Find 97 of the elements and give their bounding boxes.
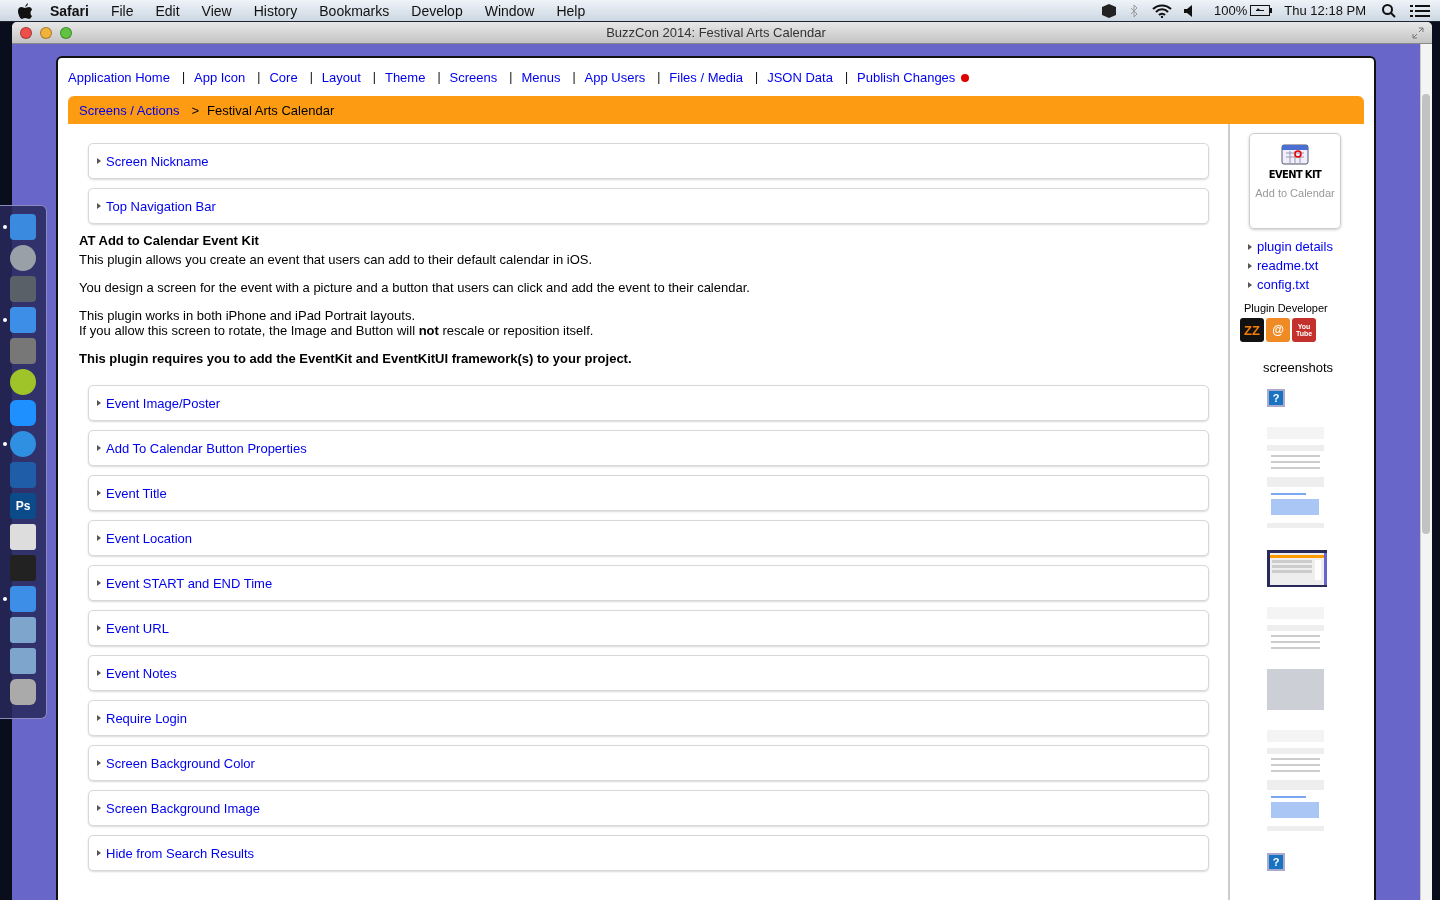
- collapsible-section[interactable]: Event START and END Time: [88, 565, 1209, 601]
- collapsible-section[interactable]: Screen Nickname: [88, 143, 1209, 179]
- disclosure-triangle-icon: [97, 850, 101, 856]
- collapsible-section[interactable]: Add To Calendar Button Properties: [88, 430, 1209, 466]
- nav-separator: |: [844, 70, 849, 84]
- battery-icon[interactable]: [1250, 5, 1273, 16]
- nav-link[interactable]: Publish Changes: [857, 69, 970, 85]
- sidebar-link[interactable]: plugin details: [1248, 239, 1333, 254]
- plugin-title: AT Add to Calendar Event Kit: [79, 233, 260, 248]
- description-text: This plugin works in both iPhone and iPad Portrait layouts.: [79, 308, 417, 323]
- disclosure-triangle-icon: [97, 805, 101, 811]
- collapsible-section[interactable]: Screen Background Image: [88, 790, 1209, 826]
- description-text: This plugin allows you create an event that users can add to their default calendar in iOS.: [79, 252, 594, 267]
- menu-item[interactable]: View: [201, 2, 232, 19]
- disclosure-triangle-icon: [97, 445, 101, 451]
- plugin-name: EVENT KIT: [1268, 168, 1322, 181]
- menu-item[interactable]: Help: [556, 2, 586, 19]
- disclosure-triangle-icon: [1248, 281, 1252, 288]
- missing-image-icon[interactable]: ?: [1267, 389, 1285, 407]
- scroll-bar[interactable]: [1420, 44, 1432, 900]
- breadcrumb-separator: >: [191, 102, 200, 118]
- nav-link[interactable]: Layout: [321, 69, 361, 85]
- description-text: This plugin requires you to add the EventKit and EventKitUI framework(s) to your project.: [79, 351, 633, 366]
- collapsible-section[interactable]: Top Navigation Bar: [88, 188, 1209, 224]
- search-icon[interactable]: [1382, 3, 1396, 18]
- fullscreen-icon[interactable]: [1412, 26, 1424, 39]
- nav-link[interactable]: App Icon: [194, 69, 246, 85]
- menu-item[interactable]: Safari: [50, 2, 89, 19]
- nav-separator: |: [372, 70, 376, 84]
- description-text: If you allow this screen to rotate, the Image and Button will not rescale or reposition itself.: [79, 323, 595, 338]
- close-button[interactable]: [20, 26, 32, 39]
- menu-item[interactable]: History: [253, 2, 298, 19]
- nav-separator: |: [257, 70, 261, 84]
- nav-link[interactable]: JSON Data: [767, 69, 833, 85]
- minimize-button[interactable]: [40, 26, 52, 39]
- collapsible-section[interactable]: Event Title: [88, 475, 1209, 511]
- nav-separator: |: [309, 70, 313, 84]
- sidebar-link[interactable]: config.txt: [1248, 277, 1333, 292]
- nav-link[interactable]: Core: [269, 69, 298, 85]
- nav-link[interactable]: App Users: [584, 69, 646, 85]
- plugin-card[interactable]: EVENT KIT Add to Calendar: [1249, 133, 1341, 229]
- list-icon[interactable]: [1410, 3, 1430, 18]
- bluetooth-icon[interactable]: [1130, 3, 1139, 18]
- menu-item[interactable]: Bookmarks: [319, 2, 390, 19]
- nav-separator: |: [181, 70, 185, 84]
- nav-separator: |: [437, 70, 441, 84]
- photoshop-icon[interactable]: Ps: [10, 493, 36, 519]
- breadcrumb-link[interactable]: Screens / Actions: [79, 102, 180, 118]
- collapsible-section[interactable]: Event URL: [88, 610, 1209, 646]
- sidebar-link[interactable]: readme.txt: [1248, 258, 1333, 273]
- missing-image-icon[interactable]: ?: [1267, 853, 1285, 871]
- breadcrumb-current: Festival Arts Calendar: [207, 102, 335, 118]
- disclosure-triangle-icon: [97, 580, 101, 586]
- nav-link[interactable]: Application Home: [68, 69, 170, 85]
- disclosure-triangle-icon: [97, 670, 101, 676]
- disclosure-triangle-icon: [97, 625, 101, 631]
- menu-item[interactable]: Window: [484, 2, 535, 19]
- menu-clock[interactable]: Thu 12:18 PM: [1284, 3, 1366, 18]
- collapsible-section[interactable]: Require Login: [88, 700, 1209, 736]
- disclosure-triangle-icon: [97, 158, 101, 164]
- nav-link[interactable]: Screens: [449, 69, 498, 85]
- zoom-button[interactable]: [60, 26, 72, 39]
- collapsible-section[interactable]: Event Notes: [88, 655, 1209, 691]
- calendar-icon: [1280, 142, 1310, 166]
- screenshots-label: screenshots: [1263, 360, 1334, 375]
- collapsible-section[interactable]: Event Image/Poster: [88, 385, 1209, 421]
- disclosure-triangle-icon: [97, 400, 101, 406]
- description-text: You design a screen for the event with a picture and a button that users can click and add the event to their calendar.: [79, 280, 751, 295]
- nav-link[interactable]: Files / Media: [669, 69, 744, 85]
- cube-icon[interactable]: [1102, 3, 1117, 18]
- nav-separator: |: [572, 70, 576, 84]
- menu-item[interactable]: Develop: [411, 2, 463, 19]
- collapsible-section[interactable]: Screen Background Color: [88, 745, 1209, 781]
- disclosure-triangle-icon: [97, 535, 101, 541]
- developer-logo[interactable]: ZZ: [1240, 318, 1264, 342]
- apple-icon[interactable]: [18, 2, 32, 19]
- menu-item[interactable]: Edit: [155, 2, 180, 19]
- disclosure-triangle-icon: [1248, 262, 1252, 269]
- nav-separator: |: [657, 70, 661, 84]
- collapsible-section[interactable]: Hide from Search Results: [88, 835, 1209, 871]
- speaker-icon[interactable]: [1184, 4, 1195, 17]
- plugin-subtitle: Add to Calendar: [1255, 187, 1335, 199]
- wifi-icon[interactable]: [1152, 3, 1173, 18]
- window-title: BuzzCon 2014: Festival Arts Calendar: [605, 25, 827, 40]
- developer-label: Plugin Developer: [1244, 302, 1328, 314]
- nav-separator: |: [509, 70, 513, 84]
- nav-link[interactable]: Menus: [521, 69, 561, 85]
- battery-percentage: 100%: [1214, 3, 1248, 18]
- disclosure-triangle-icon: [97, 715, 101, 721]
- menu-item[interactable]: File: [110, 2, 134, 19]
- collapsible-section[interactable]: Event Location: [88, 520, 1209, 556]
- nav-link[interactable]: Theme: [384, 69, 426, 85]
- disclosure-triangle-icon: [97, 203, 101, 209]
- nav-separator: |: [755, 70, 759, 84]
- disclosure-triangle-icon: [97, 490, 101, 496]
- disclosure-triangle-icon: [97, 760, 101, 766]
- disclosure-triangle-icon: [1248, 243, 1252, 250]
